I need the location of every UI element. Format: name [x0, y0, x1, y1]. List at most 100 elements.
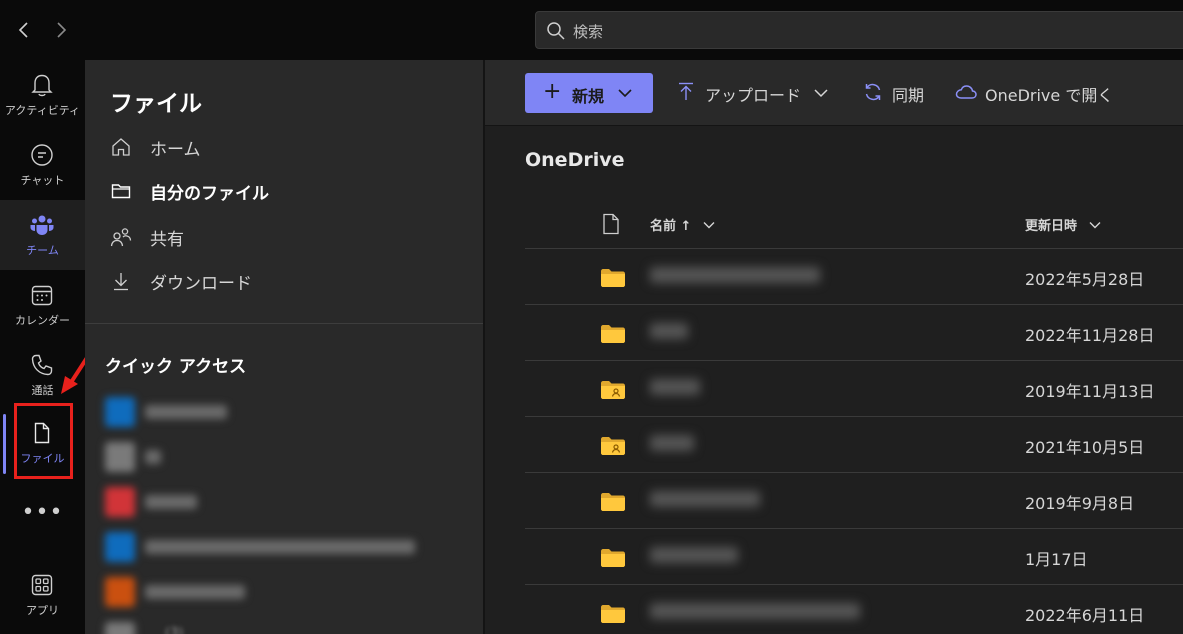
- file-row[interactable]: 2022年6月11日: [525, 585, 1183, 634]
- annotation-box: [14, 403, 73, 479]
- modified-date: 2022年11月28日: [1025, 326, 1155, 345]
- upload-label: アップロード: [705, 86, 802, 105]
- quick-access-label-redacted: [145, 585, 245, 599]
- file-row[interactable]: 2022年11月28日: [525, 305, 1183, 361]
- nav-label-home: ホーム: [150, 140, 201, 160]
- calendar-icon: [31, 285, 53, 306]
- quick-access-label-redacted: [145, 450, 161, 464]
- panel-divider: [85, 323, 483, 324]
- quick-access-item[interactable]: [105, 575, 445, 609]
- new-button[interactable]: + 新規: [525, 73, 653, 113]
- team-avatar: [105, 532, 135, 562]
- toolbar: + 新規 アップロード 同期 OneDrive で開く: [485, 60, 1183, 126]
- teams-icon: [30, 215, 54, 235]
- file-name-redacted: [650, 491, 760, 507]
- quick-access-label-redacted: [145, 540, 415, 554]
- team-avatar: [105, 442, 135, 472]
- sync-icon: [865, 83, 881, 101]
- file-name-redacted: [650, 547, 738, 563]
- modified-date: 2022年5月28日: [1025, 270, 1145, 289]
- quick-access-item[interactable]: [105, 395, 445, 429]
- chevron-right-icon: [57, 22, 67, 38]
- file-row[interactable]: 1月17日: [525, 529, 1183, 585]
- file-row[interactable]: 2019年9月8日: [525, 473, 1183, 529]
- shared-folder-icon: [601, 437, 625, 455]
- more-apps-button[interactable]: •••: [0, 500, 85, 525]
- file-name-redacted: [650, 379, 700, 395]
- nav-item-my-files[interactable]: 自分のファイル: [110, 176, 450, 206]
- rail-item-activity[interactable]: アクティビティ: [0, 60, 85, 130]
- file-type-icon: [603, 213, 619, 235]
- open-onedrive-button[interactable]: OneDrive で開く: [955, 80, 1125, 106]
- nav-item-shared[interactable]: 共有: [110, 222, 450, 252]
- modified-date: 2019年11月13日: [1025, 382, 1155, 401]
- rail-label-activity: アクティビティ: [4, 104, 81, 117]
- quick-access-item[interactable]: [105, 620, 445, 634]
- nav-label-downloads: ダウンロード: [150, 274, 252, 294]
- file-name-redacted: [650, 435, 694, 451]
- section-title: OneDrive: [525, 149, 625, 171]
- modified-date: 2022年6月11日: [1025, 606, 1145, 625]
- chevron-down-icon: [618, 89, 632, 98]
- rail-label-calendar: カレンダー: [15, 314, 70, 327]
- chat-icon: [31, 144, 53, 166]
- modified-date: 1月17日: [1025, 550, 1088, 569]
- rail-item-apps[interactable]: アプリ: [0, 560, 85, 630]
- title-bar: 検索: [0, 0, 1183, 60]
- team-avatar: [105, 487, 135, 517]
- back-button[interactable]: [12, 18, 36, 42]
- quick-access-count: (3): [165, 626, 184, 634]
- chevron-down-icon: [1089, 222, 1101, 229]
- search-icon: [547, 22, 565, 40]
- folder-icon: [601, 549, 625, 567]
- phone-icon: [31, 354, 53, 376]
- column-header-modified[interactable]: 更新日時: [1025, 215, 1102, 234]
- rail-label-teams: チーム: [26, 244, 59, 257]
- home-icon: [112, 138, 130, 156]
- nav-label-my-files: 自分のファイル: [150, 184, 269, 204]
- upload-icon: [679, 82, 693, 100]
- team-avatar: [105, 577, 135, 607]
- rail-label-apps: アプリ: [26, 604, 59, 617]
- open-onedrive-label: OneDrive で開く: [985, 86, 1114, 105]
- nav-item-home[interactable]: ホーム: [110, 132, 450, 162]
- modified-date: 2019年9月8日: [1025, 494, 1135, 513]
- main-content: + 新規 アップロード 同期 OneDrive で開く OneDrive 名前 …: [485, 60, 1183, 634]
- upload-button[interactable]: アップロード: [677, 80, 837, 106]
- panel-title: ファイル: [110, 91, 202, 117]
- file-row[interactable]: 2021年10月5日: [525, 417, 1183, 473]
- file-name-redacted: [650, 323, 688, 339]
- chevron-down-icon: [703, 222, 715, 229]
- rail-item-calendar[interactable]: カレンダー: [0, 270, 85, 340]
- bell-icon: [31, 74, 53, 97]
- rail-item-chat[interactable]: チャット: [0, 130, 85, 200]
- file-row[interactable]: 2019年11月13日: [525, 361, 1183, 417]
- column-header-modified-label: 更新日時: [1025, 219, 1078, 234]
- file-row[interactable]: 2022年5月28日: [525, 249, 1183, 305]
- quick-access-item[interactable]: [105, 440, 445, 474]
- plus-icon: +: [543, 79, 562, 104]
- file-name-redacted: [650, 267, 820, 283]
- modified-date: 2021年10月5日: [1025, 438, 1145, 457]
- sync-button[interactable]: 同期: [863, 80, 933, 106]
- column-header-name[interactable]: 名前 ↑: [650, 215, 716, 234]
- quick-access-item[interactable]: [105, 485, 445, 519]
- forward-button[interactable]: [49, 18, 73, 42]
- cloud-icon: [955, 85, 977, 99]
- chevron-left-icon: [18, 22, 28, 38]
- rail-label-chat: チャット: [20, 174, 65, 187]
- apps-icon: [31, 574, 53, 596]
- sync-label: 同期: [892, 86, 925, 105]
- nav-label-shared: 共有: [150, 230, 184, 250]
- search-input[interactable]: 検索: [535, 11, 1183, 49]
- file-name-redacted: [650, 603, 860, 619]
- quick-access-label-redacted: [145, 405, 227, 419]
- team-avatar: [105, 397, 135, 427]
- files-panel: ファイル ホーム 自分のファイル 共有 ダウンロード クイック アクセス (3): [85, 60, 483, 634]
- nav-item-downloads[interactable]: ダウンロード: [110, 266, 450, 296]
- quick-access-item[interactable]: [105, 530, 445, 564]
- folder-icon: [111, 184, 131, 199]
- column-header-name-label: 名前 ↑: [650, 219, 692, 234]
- rail-item-teams[interactable]: チーム: [0, 200, 85, 270]
- file-list-header: 名前 ↑ 更新日時: [525, 203, 1183, 249]
